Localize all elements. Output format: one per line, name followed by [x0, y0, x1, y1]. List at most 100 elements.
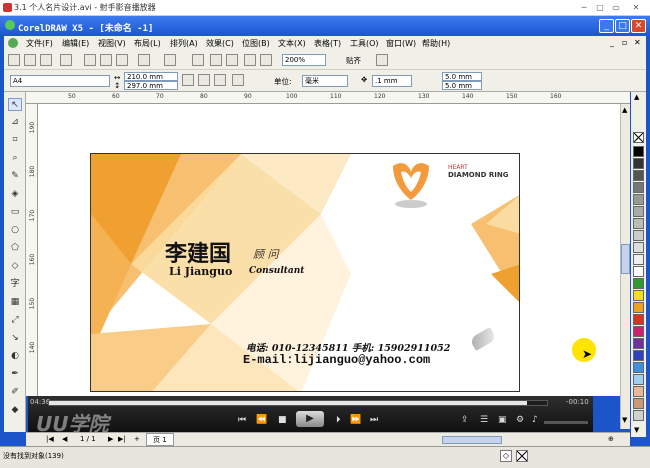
color-swatch[interactable]	[633, 302, 644, 313]
eyedropper-icon[interactable]: ✒	[8, 368, 22, 381]
maximize-icon[interactable]: □	[615, 19, 630, 33]
zoom-nav-icon[interactable]: ⊕	[608, 435, 614, 443]
portrait-icon[interactable]	[182, 74, 194, 86]
cut-icon[interactable]	[84, 54, 96, 66]
page-width-field[interactable]: 210.0 mm	[124, 72, 178, 81]
color-swatch[interactable]	[633, 350, 644, 361]
color-swatch[interactable]	[633, 146, 644, 157]
search-icon[interactable]	[192, 54, 204, 66]
smart-fill-icon[interactable]: ◈	[8, 188, 22, 201]
doc-restore-icon[interactable]: ▫	[622, 38, 627, 47]
blend-tool-icon[interactable]: ◐	[8, 350, 22, 363]
scroll-up-icon[interactable]: ▲	[622, 106, 627, 114]
palette-down-icon[interactable]: ▼	[634, 426, 639, 434]
dimension-tool-icon[interactable]: ⤢	[8, 314, 22, 327]
print-icon[interactable]	[60, 54, 72, 66]
duplicate-x-field[interactable]: 5.0 mm	[442, 72, 482, 81]
color-swatch[interactable]	[633, 158, 644, 169]
player-restore-icon[interactable]: ▢	[594, 2, 606, 13]
settings-icon[interactable]: ⚙	[516, 415, 524, 425]
zoom-level-field[interactable]: 200%	[282, 54, 326, 66]
pick-tool-icon[interactable]: ↖	[8, 98, 22, 111]
color-swatch[interactable]	[633, 278, 644, 289]
no-color-swatch[interactable]	[633, 132, 644, 143]
color-swatch[interactable]	[633, 218, 644, 229]
color-swatch[interactable]	[633, 206, 644, 217]
volume-icon[interactable]: ♪	[532, 415, 538, 425]
freehand-tool-icon[interactable]: ✎	[8, 170, 22, 183]
connector-tool-icon[interactable]: ↘	[8, 332, 22, 345]
next-icon[interactable]: ⏭	[370, 415, 378, 425]
landscape-icon[interactable]	[198, 74, 210, 86]
crop-tool-icon[interactable]: ⌗	[8, 134, 22, 147]
app-launcher-icon[interactable]	[260, 54, 272, 66]
shape-tool-icon[interactable]: ⊿	[8, 116, 22, 129]
new-icon[interactable]	[8, 54, 20, 66]
vertical-scrollbar[interactable]: ▲ ▼	[620, 104, 630, 429]
previous-icon[interactable]: ⏮	[238, 415, 246, 425]
all-pages-icon[interactable]	[214, 74, 226, 86]
current-page-icon[interactable]	[232, 74, 244, 86]
rectangle-tool-icon[interactable]: ▭	[8, 206, 22, 219]
horizontal-scroll-thumb[interactable]	[442, 436, 502, 444]
playlist-icon[interactable]: ☰	[480, 415, 488, 425]
doc-minimize-icon[interactable]: _	[610, 38, 614, 47]
rewind-icon[interactable]: ⏪	[256, 415, 267, 425]
business-card[interactable]: HEART DIAMOND RING 李建国 顾 问 Li Jianguo Co…	[90, 153, 520, 392]
volume-slider[interactable]	[544, 421, 588, 424]
text-tool-icon[interactable]: 字	[8, 278, 22, 291]
menu-edit[interactable]: 编辑(E)	[62, 38, 89, 49]
import-icon[interactable]	[210, 54, 222, 66]
last-page-icon[interactable]: ▶|	[118, 435, 126, 443]
menu-effects[interactable]: 效果(C)	[206, 38, 234, 49]
color-swatch[interactable]	[633, 266, 644, 277]
color-swatch[interactable]	[633, 338, 644, 349]
first-page-icon[interactable]: |◀	[46, 435, 54, 443]
player-fullscreen-icon[interactable]: ▭	[610, 2, 622, 13]
color-swatch[interactable]	[633, 230, 644, 241]
menu-window[interactable]: 窗口(W)	[386, 38, 416, 49]
color-swatch[interactable]	[633, 410, 644, 421]
zoom-tool-icon[interactable]: ⌕	[8, 152, 22, 165]
undo-icon[interactable]	[138, 54, 150, 66]
scroll-down-icon[interactable]: ▼	[622, 416, 627, 424]
menu-help[interactable]: 帮助(H)	[422, 38, 450, 49]
page-tab[interactable]: 页 1	[146, 433, 174, 446]
open-file-icon[interactable]: ⇪	[461, 415, 469, 425]
color-swatch[interactable]	[633, 182, 644, 193]
color-swatch[interactable]	[633, 242, 644, 253]
unit-select[interactable]: 毫米	[302, 75, 348, 87]
outline-pen-icon[interactable]: ✐	[8, 386, 22, 399]
export-icon[interactable]	[226, 54, 238, 66]
fill-tool-icon[interactable]: ◆	[8, 404, 22, 417]
color-swatch[interactable]	[633, 194, 644, 205]
color-swatch[interactable]	[633, 374, 644, 385]
play-button[interactable]: ▶	[296, 411, 324, 427]
menu-tools[interactable]: 工具(O)	[350, 38, 379, 49]
color-swatch[interactable]	[633, 362, 644, 373]
ellipse-tool-icon[interactable]: ○	[8, 224, 22, 237]
next-page-icon[interactable]: ▶	[108, 435, 113, 443]
doc-close-icon[interactable]: ✕	[634, 38, 641, 47]
snap-to-dropdown[interactable]: 贴齐	[346, 55, 361, 66]
menu-file[interactable]: 文件(F)	[26, 38, 53, 49]
basic-shapes-icon[interactable]: ◇	[8, 260, 22, 273]
prev-page-icon[interactable]: ◀	[62, 435, 67, 443]
palette-up-icon[interactable]: ▲	[634, 93, 639, 101]
options-icon[interactable]	[376, 54, 388, 66]
menu-arrange[interactable]: 排列(A)	[170, 38, 198, 49]
color-swatch[interactable]	[633, 170, 644, 181]
scroll-thumb[interactable]	[621, 244, 630, 274]
fast-forward-icon[interactable]: ⏩	[350, 415, 361, 425]
paper-size-select[interactable]: A4	[10, 75, 110, 87]
color-swatch[interactable]	[633, 386, 644, 397]
seek-bar[interactable]	[48, 400, 548, 406]
paste-icon[interactable]	[116, 54, 128, 66]
copy-icon[interactable]	[100, 54, 112, 66]
minimize-icon[interactable]: _	[599, 19, 614, 33]
menu-text[interactable]: 文本(X)	[278, 38, 306, 49]
duplicate-y-field[interactable]: 5.0 mm	[442, 81, 482, 90]
open-icon[interactable]	[24, 54, 36, 66]
page-height-field[interactable]: 297.0 mm	[124, 81, 178, 90]
color-swatch[interactable]	[633, 290, 644, 301]
